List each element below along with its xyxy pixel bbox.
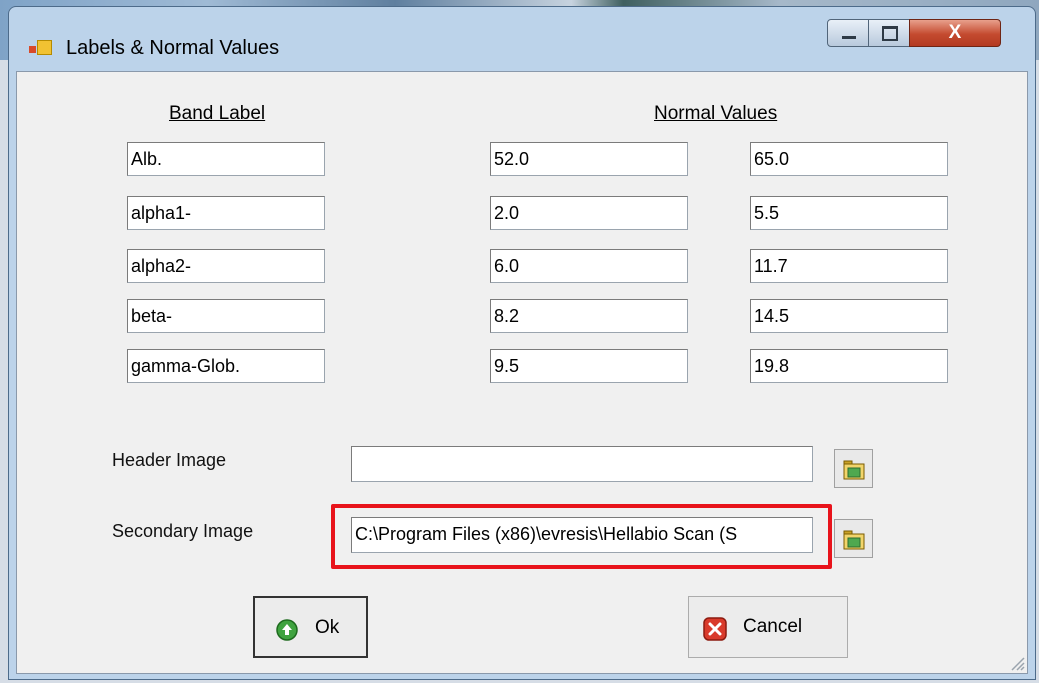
close-icon: X bbox=[948, 22, 962, 43]
normal-low-field[interactable]: 9.5 bbox=[490, 349, 688, 383]
secondary-image-input[interactable]: C:\Program Files (x86)\evresis\Hellabio … bbox=[351, 517, 813, 553]
normal-high-field[interactable]: 65.0 bbox=[750, 142, 948, 176]
band-label-field[interactable]: beta- bbox=[127, 299, 325, 333]
band-label-field[interactable]: alpha2- bbox=[127, 249, 325, 283]
normal-high-field[interactable]: 11.7 bbox=[750, 249, 948, 283]
normal-low-field[interactable]: 6.0 bbox=[490, 249, 688, 283]
close-button[interactable]: X bbox=[909, 19, 1001, 47]
band-label-field[interactable]: Alb. bbox=[127, 142, 325, 176]
red-x-icon bbox=[703, 617, 727, 641]
minimize-button[interactable] bbox=[827, 19, 869, 47]
ok-button[interactable]: Ok bbox=[253, 596, 368, 658]
resize-grip-icon[interactable] bbox=[1007, 653, 1025, 671]
app-icon bbox=[29, 36, 52, 58]
header-image-browse-button[interactable] bbox=[834, 449, 873, 488]
dialog-window: Labels & Normal Values X Band Label Norm… bbox=[8, 6, 1036, 680]
title-bar[interactable]: Labels & Normal Values X bbox=[9, 7, 1035, 77]
band-label-field[interactable]: gamma-Glob. bbox=[127, 349, 325, 383]
normal-high-field[interactable]: 5.5 bbox=[750, 196, 948, 230]
header-image-label: Header Image bbox=[112, 450, 227, 470]
green-arrow-icon bbox=[276, 619, 298, 641]
normal-low-field[interactable]: 52.0 bbox=[490, 142, 688, 176]
secondary-image-label: Secondary Image bbox=[112, 521, 254, 541]
folder-open-icon bbox=[843, 530, 865, 550]
cancel-button[interactable]: Cancel bbox=[688, 596, 848, 658]
folder-open-icon bbox=[843, 460, 865, 480]
band-label-field[interactable]: alpha1- bbox=[127, 196, 325, 230]
band-label-header: Band Label bbox=[169, 103, 266, 124]
window-title: Labels & Normal Values bbox=[66, 37, 280, 59]
normal-low-field[interactable]: 8.2 bbox=[490, 299, 688, 333]
maximize-button[interactable] bbox=[868, 19, 910, 47]
normal-low-field[interactable]: 2.0 bbox=[490, 196, 688, 230]
dialog-body: Band Label Normal Values Alb. 52.0 65.0 … bbox=[16, 71, 1028, 674]
normal-values-header: Normal Values bbox=[654, 103, 778, 124]
normal-high-field[interactable]: 19.8 bbox=[750, 349, 948, 383]
ok-label: Ok bbox=[315, 617, 340, 638]
secondary-image-browse-button[interactable] bbox=[834, 519, 873, 558]
normal-high-field[interactable]: 14.5 bbox=[750, 299, 948, 333]
header-image-input[interactable] bbox=[351, 446, 813, 482]
cancel-label: Cancel bbox=[743, 616, 803, 637]
